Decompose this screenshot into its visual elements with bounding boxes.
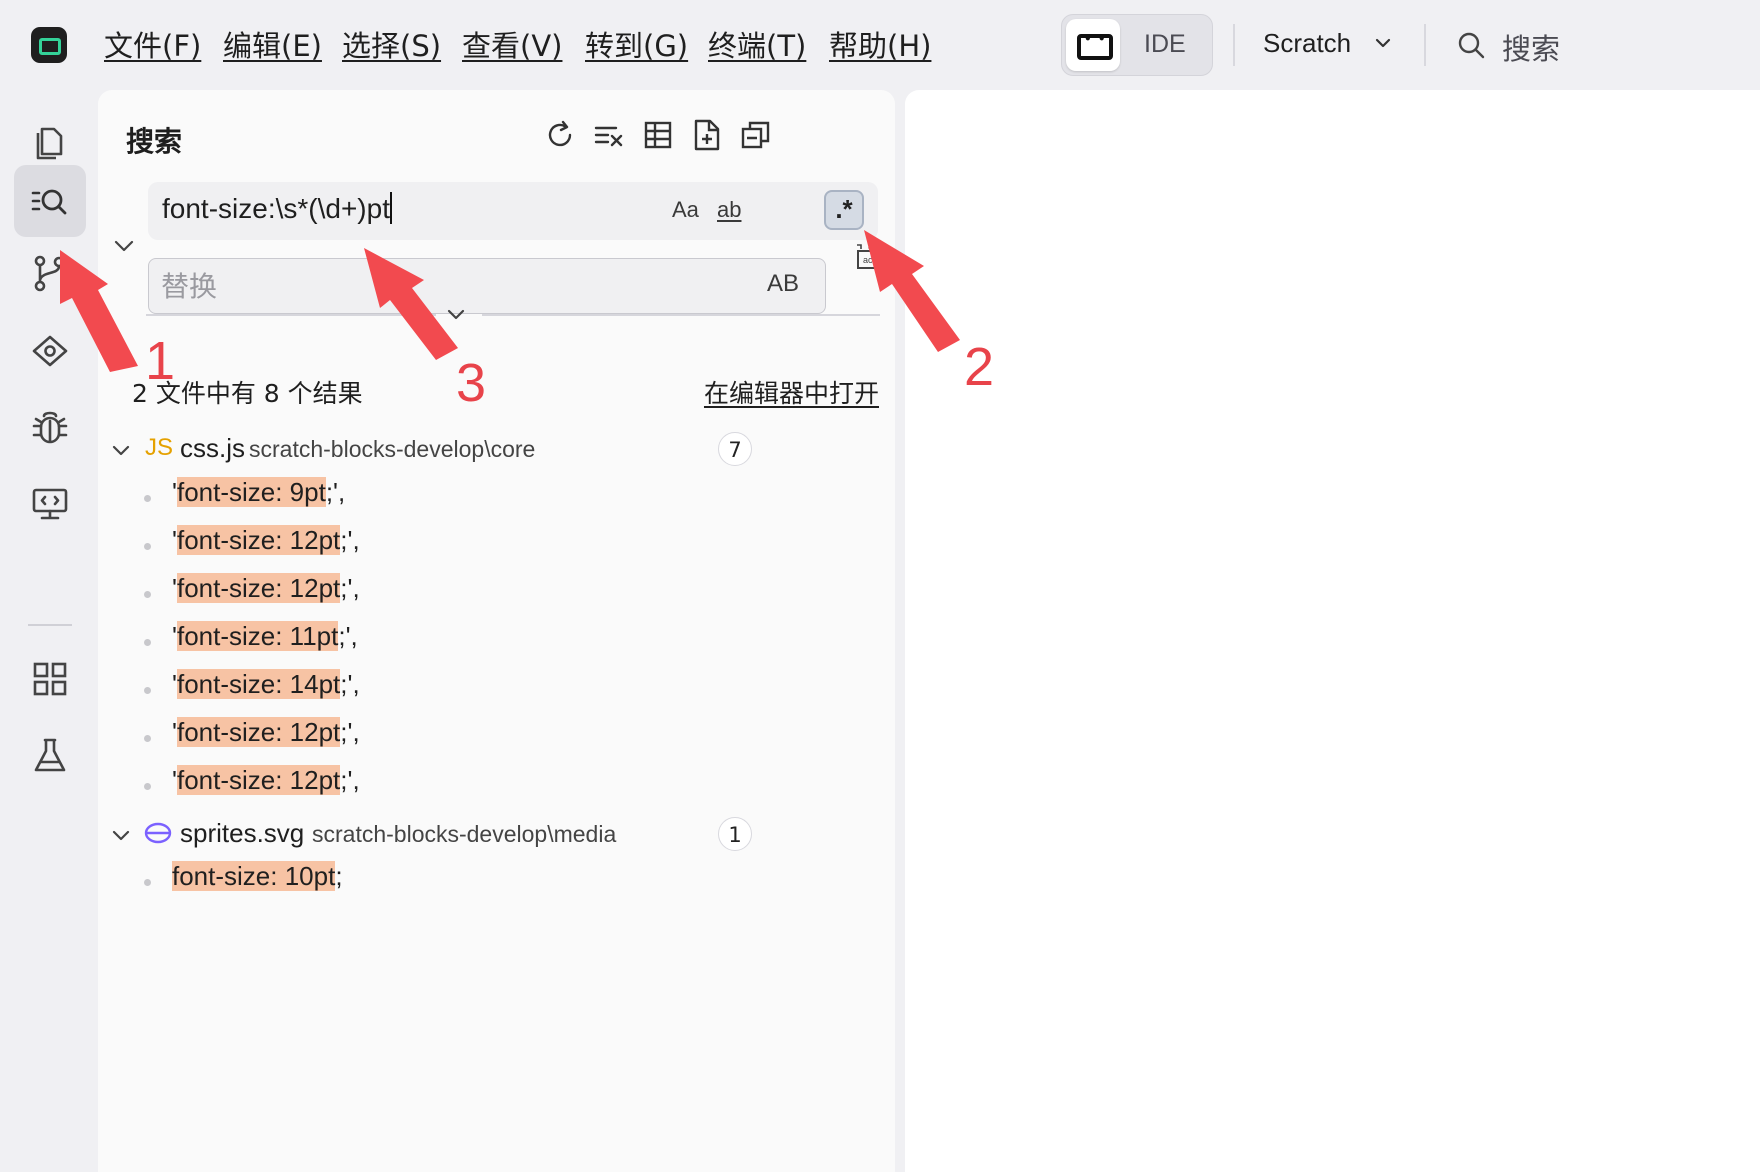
eye-diamond-icon xyxy=(32,335,68,367)
bullet xyxy=(144,591,151,598)
bug-icon xyxy=(32,411,68,444)
chevron-down-icon[interactable] xyxy=(1372,32,1394,54)
bullet xyxy=(144,783,151,790)
result-file-row[interactable]: JS css.js scratch-blocks-develop\core 7 xyxy=(98,426,895,476)
extensions-grid-icon xyxy=(33,662,67,696)
annotation-label-2: 2 xyxy=(964,337,995,397)
project-switcher[interactable]: Scratch xyxy=(1263,28,1351,59)
toggle-replace-chevron-icon[interactable] xyxy=(112,234,136,258)
divider xyxy=(1424,24,1426,66)
search-icon[interactable] xyxy=(1456,30,1486,60)
bullet xyxy=(144,495,151,502)
details-divider xyxy=(482,314,880,316)
match-text: 'font-size: 12pt;', xyxy=(172,573,360,603)
flask-icon xyxy=(34,738,66,772)
menu-goto[interactable]: 转到(G) xyxy=(585,26,688,66)
menu-selection[interactable]: 选择(S) xyxy=(342,26,441,66)
whole-word-toggle[interactable]: ab xyxy=(717,197,741,223)
match-text: 'font-size: 12pt;', xyxy=(172,717,360,747)
app-logo-icon[interactable] xyxy=(31,27,67,63)
chevron-down-icon[interactable] xyxy=(110,825,132,847)
bullet xyxy=(144,735,151,742)
regex-toggle[interactable]: .* xyxy=(824,190,864,230)
match-text: 'font-size: 12pt;', xyxy=(172,525,360,555)
file-path: scratch-blocks-develop\core xyxy=(249,436,536,462)
menu-view[interactable]: 查看(V) xyxy=(462,26,562,66)
annotation-label-3: 3 xyxy=(456,353,487,413)
replace-input-box[interactable]: AB xyxy=(148,258,826,314)
menu-help[interactable]: 帮助(H) xyxy=(829,26,931,66)
panel-title: 搜索 xyxy=(126,125,183,158)
divider xyxy=(1233,24,1235,66)
menubar: 文件(F) 编辑(E) 选择(S) 查看(V) 转到(G) 终端(T) 帮助(H… xyxy=(0,0,1760,90)
git-branch-icon xyxy=(34,255,65,292)
chevron-down-icon[interactable] xyxy=(110,440,132,462)
ide-label[interactable]: IDE xyxy=(1144,30,1186,59)
testing-button[interactable] xyxy=(14,719,86,791)
editor-area xyxy=(905,90,1760,1172)
replace-input[interactable] xyxy=(161,265,701,307)
menu-terminal[interactable]: 终端(T) xyxy=(708,26,806,66)
search-input-box[interactable]: font-size:\s*(\d+)pt Aa ab .* xyxy=(148,182,878,240)
global-search-button[interactable]: 搜索 xyxy=(1502,26,1560,68)
match-line[interactable]: 'font-size: 12pt;', xyxy=(98,715,895,761)
refresh-icon[interactable] xyxy=(543,118,577,152)
preserve-case-toggle[interactable]: AB xyxy=(767,270,799,298)
menu-file[interactable]: 文件(F) xyxy=(104,26,201,66)
svg-file-icon xyxy=(144,822,172,844)
file-name: sprites.svg xyxy=(180,818,305,848)
debug-button[interactable] xyxy=(14,391,86,463)
menu-edit[interactable]: 编辑(E) xyxy=(223,26,322,66)
bullet xyxy=(144,543,151,550)
preview-button[interactable] xyxy=(14,315,86,387)
file-name: css.js xyxy=(180,433,245,463)
details-divider xyxy=(146,314,436,316)
search-list-icon xyxy=(31,189,67,215)
replace-all-icon[interactable]: ab ac xyxy=(854,241,884,271)
match-count-badge: 1 xyxy=(718,817,752,851)
monitor-code-icon xyxy=(32,488,68,520)
search-view-button[interactable] xyxy=(14,165,86,237)
file-path: scratch-blocks-develop\media xyxy=(312,821,617,847)
clear-results-icon[interactable] xyxy=(592,118,626,152)
match-line[interactable]: 'font-size: 9pt;', xyxy=(98,475,895,521)
match-text: 'font-size: 14pt;', xyxy=(172,669,360,699)
activity-bar xyxy=(0,90,98,1172)
open-in-editor-link[interactable]: 在编辑器中打开 xyxy=(704,374,879,410)
bullet xyxy=(144,879,151,886)
view-as-tree-icon[interactable] xyxy=(690,118,724,152)
match-line[interactable]: 'font-size: 12pt;', xyxy=(98,571,895,617)
match-line[interactable]: 'font-size: 12pt;', xyxy=(98,763,895,809)
svg-text:ab: ab xyxy=(868,242,877,251)
match-line[interactable]: 'font-size: 14pt;', xyxy=(98,667,895,713)
search-panel: 搜索 font-size:\s*(\d+)pt Aa ab .* AB ab ac… xyxy=(98,90,895,1172)
svg-text:ac: ac xyxy=(863,255,873,265)
source-control-button[interactable] xyxy=(14,237,86,309)
match-line[interactable]: 'font-size: 12pt;', xyxy=(98,523,895,569)
match-case-toggle[interactable]: Aa xyxy=(672,197,699,223)
collapse-all-icon[interactable] xyxy=(739,118,773,152)
bullet xyxy=(144,639,151,646)
match-text: 'font-size: 11pt;', xyxy=(172,621,358,651)
new-search-editor-icon[interactable] xyxy=(641,118,675,152)
match-text: 'font-size: 9pt;', xyxy=(172,477,346,507)
screen-mode-icon[interactable] xyxy=(1066,19,1120,71)
extensions-button[interactable] xyxy=(14,643,86,715)
match-line[interactable]: 'font-size: 11pt;', xyxy=(98,619,895,665)
toggle-details-chevron-icon[interactable] xyxy=(445,304,467,326)
ide-mode-toggle[interactable]: IDE xyxy=(1061,14,1213,76)
match-text: 'font-size: 12pt;', xyxy=(172,765,360,795)
annotation-label-1: 1 xyxy=(145,331,176,391)
activity-divider xyxy=(28,624,72,626)
match-count-badge: 7 xyxy=(718,432,752,466)
files-icon xyxy=(36,127,63,160)
match-line[interactable]: font-size: 10pt; xyxy=(98,859,895,905)
js-file-icon: JS xyxy=(145,434,174,461)
bullet xyxy=(144,687,151,694)
remote-button[interactable] xyxy=(14,467,86,539)
result-file-row[interactable]: sprites.svg scratch-blocks-develop\media… xyxy=(98,811,895,861)
match-text: font-size: 10pt; xyxy=(172,861,343,891)
search-query[interactable]: font-size:\s*(\d+)pt xyxy=(162,192,392,225)
